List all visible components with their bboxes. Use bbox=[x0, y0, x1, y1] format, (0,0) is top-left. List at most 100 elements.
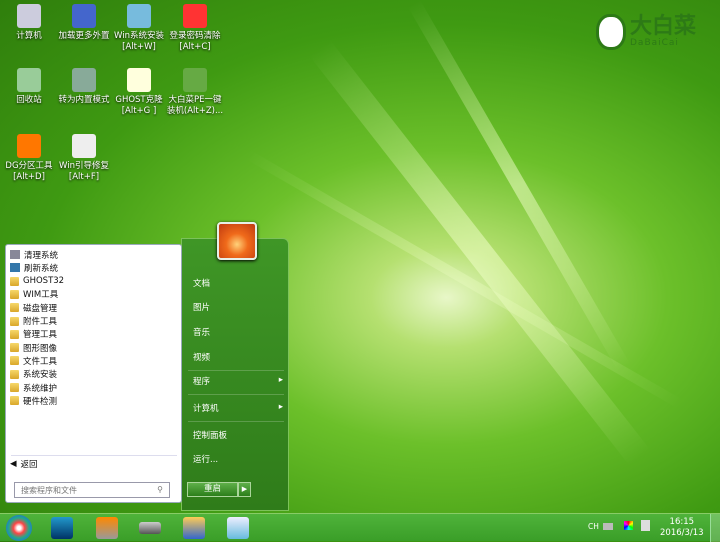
taskbar-disk-tool-icon[interactable] bbox=[96, 517, 118, 539]
folder-icon bbox=[10, 356, 19, 366]
back-arrow-icon: ◀ bbox=[10, 458, 17, 469]
icon-label: 计算机 bbox=[16, 31, 42, 41]
program-label: 附件工具 bbox=[23, 317, 58, 327]
password-clear-icon bbox=[183, 4, 207, 28]
start-menu-link[interactable]: 音乐 bbox=[193, 326, 283, 338]
computer-icon bbox=[17, 4, 41, 28]
icon-label: 加载更多外置 bbox=[58, 31, 110, 41]
desktop-icon-load-external[interactable]: 加载更多外置 bbox=[54, 4, 114, 42]
link-label: 计算机 bbox=[193, 404, 219, 414]
desktop-icon-builtin-mode[interactable]: 转为内置模式 bbox=[54, 68, 114, 106]
desktop-icon-win-boot-repair[interactable]: Win引导修复 [Alt+F] bbox=[54, 134, 114, 183]
clock[interactable]: 16:15 2016/3/13 bbox=[660, 517, 704, 539]
icon-label: Win系统安装 bbox=[114, 31, 164, 41]
program-label: 图形图像 bbox=[23, 343, 58, 354]
app-icon bbox=[10, 250, 20, 259]
program-item[interactable]: 清理系统 bbox=[10, 248, 58, 261]
program-item[interactable]: 文件工具 bbox=[10, 354, 57, 367]
folder-icon bbox=[10, 276, 19, 286]
folder-icon bbox=[10, 316, 19, 326]
start-menu-link[interactable]: 图片 bbox=[193, 301, 283, 313]
submenu-arrow-icon: ▸ bbox=[278, 375, 283, 385]
program-item[interactable]: 磁盘管理 bbox=[10, 301, 57, 314]
divider bbox=[188, 394, 284, 395]
win-boot-repair-icon bbox=[72, 134, 96, 158]
folder-icon bbox=[10, 383, 19, 392]
program-item[interactable]: WIM工具 bbox=[10, 288, 58, 301]
recycle-bin-icon bbox=[17, 68, 41, 92]
folder-icon bbox=[10, 329, 19, 339]
program-label: WIM工具 bbox=[23, 290, 59, 301]
taskbar-notepad-icon[interactable] bbox=[227, 517, 249, 539]
network-icon[interactable] bbox=[641, 520, 650, 531]
desktop-icon-computer[interactable]: 计算机 bbox=[0, 4, 59, 42]
desktop-icon-dg-partition[interactable]: DG分区工具 [Alt+D] bbox=[0, 134, 59, 183]
start-menu-link[interactable]: 计算机 ▸ bbox=[193, 402, 283, 414]
folder-icon bbox=[10, 289, 19, 299]
program-item[interactable]: GHOST32 bbox=[10, 275, 64, 288]
cabbage-mascot-icon bbox=[596, 14, 626, 50]
desktop-icon-recycle-bin[interactable]: 回收站 bbox=[0, 68, 59, 106]
keyboard-icon[interactable] bbox=[603, 523, 613, 530]
icon-label: 大白菜PE一键 bbox=[168, 95, 222, 105]
program-item[interactable]: 附件工具 bbox=[10, 315, 57, 328]
link-label: 音乐 bbox=[193, 328, 211, 338]
program-item[interactable]: 系统维护 bbox=[10, 381, 57, 394]
link-label: 视频 bbox=[193, 353, 211, 363]
program-label: 文件工具 bbox=[23, 356, 58, 367]
dg-partition-icon bbox=[17, 134, 41, 158]
divider bbox=[188, 370, 284, 371]
start-button[interactable] bbox=[6, 515, 32, 541]
builtin-mode-icon bbox=[72, 68, 96, 92]
taskbar-display-icon[interactable] bbox=[51, 517, 73, 539]
icon-shortcut: [Alt+W] bbox=[122, 42, 156, 52]
user-avatar[interactable] bbox=[217, 222, 257, 260]
taskbar: CH 16:15 2016/3/13 bbox=[0, 513, 720, 542]
desktop-icon-password-clear[interactable]: 登录密码清除 [Alt+C] bbox=[165, 4, 225, 53]
clock-time: 16:15 bbox=[669, 517, 695, 527]
taskbar-memory-icon[interactable] bbox=[139, 522, 161, 534]
icon-label: 转为内置模式 bbox=[58, 95, 110, 105]
icon-label: 登录密码清除 bbox=[169, 31, 221, 41]
restart-button[interactable]: 重启 bbox=[187, 482, 238, 497]
divider bbox=[188, 421, 284, 422]
link-label: 文档 bbox=[193, 279, 211, 289]
program-item[interactable]: 刷新系统 bbox=[10, 261, 58, 274]
start-menu-link[interactable]: 控制面板 bbox=[193, 429, 283, 441]
start-menu-link[interactable]: 文档 bbox=[193, 277, 283, 289]
show-desktop-button[interactable] bbox=[710, 514, 720, 542]
program-item[interactable]: 图形图像 bbox=[10, 341, 57, 354]
start-menu-link[interactable]: 视频 bbox=[193, 351, 283, 363]
desktop-icon-dabaicai-install[interactable]: 大白菜PE一键 装机(Alt+Z)... bbox=[165, 68, 225, 117]
search-input[interactable]: 搜索程序和文件 ⚲ bbox=[14, 482, 170, 498]
taskbar-image-tool-icon[interactable] bbox=[183, 517, 205, 539]
program-item[interactable]: 硬件检测 bbox=[10, 394, 57, 407]
color-display-icon[interactable] bbox=[624, 521, 633, 530]
icon-shortcut: 装机(Alt+Z)... bbox=[166, 106, 224, 116]
submenu-arrow-icon: ▸ bbox=[278, 402, 283, 412]
back-label: 返回 bbox=[20, 459, 38, 470]
program-item[interactable]: 系统安装 bbox=[10, 368, 57, 381]
folder-icon bbox=[10, 369, 19, 379]
link-label: 运行... bbox=[193, 455, 219, 465]
shutdown-group: 重启 ▶ bbox=[187, 482, 251, 497]
start-menu-link[interactable]: 运行... bbox=[193, 453, 283, 465]
link-label: 图片 bbox=[193, 303, 211, 313]
icon-shortcut: [Alt+C] bbox=[179, 42, 211, 52]
logo-subtext: DaBaiCai bbox=[630, 38, 679, 48]
program-label: 管理工具 bbox=[23, 330, 58, 341]
logo-text: 大白菜 bbox=[630, 14, 697, 39]
back-button[interactable]: ◀ 返回 bbox=[10, 457, 38, 470]
search-placeholder: 搜索程序和文件 bbox=[21, 486, 77, 495]
icon-label: GHOST克隆 bbox=[115, 95, 163, 105]
program-label: 系统维护 bbox=[23, 383, 58, 394]
desktop-icon-win-install[interactable]: Win系统安装 [Alt+W] bbox=[109, 4, 169, 53]
start-menu-link[interactable]: 程序 ▸ bbox=[193, 375, 283, 387]
desktop-icon-ghost[interactable]: GHOST克隆 [Alt+G ] bbox=[109, 68, 169, 117]
icon-shortcut: [Alt+G ] bbox=[121, 106, 157, 116]
language-indicator[interactable]: CH bbox=[588, 522, 599, 531]
link-label: 程序 bbox=[193, 377, 211, 387]
program-item[interactable]: 管理工具 bbox=[10, 328, 57, 341]
icon-shortcut: [Alt+F] bbox=[68, 172, 100, 182]
shutdown-options-button[interactable]: ▶ bbox=[238, 482, 251, 497]
